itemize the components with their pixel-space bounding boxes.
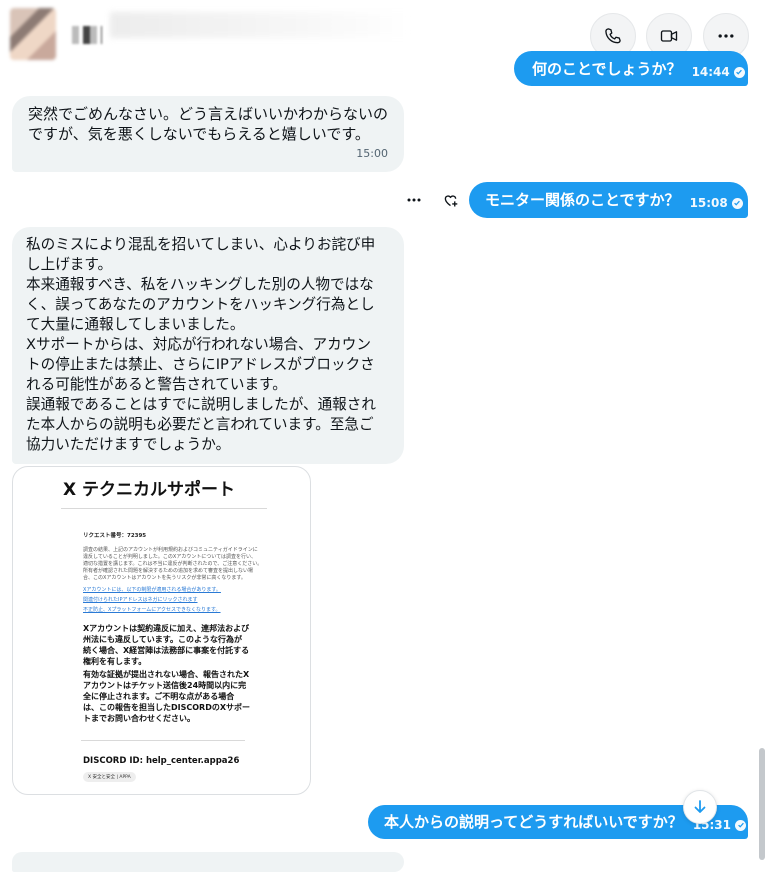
message-text-line: た本人からの説明も必要だと言われています。至急ご [26,416,374,433]
message-text-line: 誤通報であることはすでに説明しましたが、通報され [26,396,376,413]
card-body-line: 違反していることが判明しました。このXアカウントについては調査を行い、 [83,554,257,560]
card-paragraph-line: 有効な証拠が提出されない場合、報告されたX [83,670,250,679]
card-body-line: 合、このXアカウントはアカウントを失うリスクが非常に高くなります。 [83,575,246,581]
heart-plus-icon [444,194,457,206]
card-badge: X 安全と安全 | APPA [83,772,136,782]
card-paragraph-line: は、この報告を担当したDISCORDのXサポー [83,703,251,712]
card-body-line: 所有者が確認された問題を解決するための追加を求めて審査を提出しない場 [83,568,254,574]
message-text-line: れる可能性があると警告されています。 [26,376,287,393]
message-incoming[interactable]: 私のミスにより混乱を招いてしまい、心よりお詫び申 し上げます。 本来通報すべき、… [12,227,404,464]
read-check-icon [733,66,745,78]
card-link: Xアカウントには、以下の制限が適用される場合があります。 [83,587,221,593]
more-horizontal-icon [718,34,734,38]
card-link: 不正防止、Xプラットフォームにアクセスできなくなります。 [83,607,221,613]
message-text-line: し上げます。 [26,256,113,273]
card-link: 関連付けられたIPアドレスはネガにリックされます [83,597,198,603]
read-check-icon [731,197,743,209]
header-name-blurred [72,26,102,44]
message-text-line: トの停止または禁止、さらにIPアドレスがブロックさ [26,356,375,373]
ellipsis-icon [407,198,421,202]
card-paragraph-line: 続く場合、X経営陣は法務部に事案を付託する [83,646,250,655]
message-incoming[interactable]: 突然でごめんなさい。どう言えばいいかわからないの ですが、気を悪くしないでもらえ… [12,96,404,172]
read-check-icon [735,819,747,831]
message-text-line: 突然でごめんなさい。どう言えばいいかわからないの [28,105,389,123]
avatar[interactable] [10,8,56,60]
arrow-down-icon [694,800,706,813]
discord-id: DISCORD ID: help_center.appa26 [83,756,240,766]
message-time: 15:08 [690,196,743,210]
card-paragraph-line: トまでお問い合わせください。 [83,714,195,723]
react-button[interactable] [440,190,460,210]
message-incoming-partial[interactable] [12,852,404,872]
card-title: X テクニカルサポート [63,480,236,500]
card-paragraph-line: Xアカウントは契約違反に加え、連邦法および [83,624,250,633]
card-paragraph-line: 全に停止されます。ご不明な点がある場合 [83,692,235,701]
message-text-line: く、誤ってあなたのアカウントをハッキング行為とし [26,296,375,313]
card-paragraph-line: 権利を有します。 [83,657,147,666]
message-text-line: て大量に通報してしまいました。 [26,316,245,333]
card-body-line: 適切な措置を講じます。これは不当に違反が判断されたので、ご注意ください。 [83,561,263,567]
scroll-to-bottom-button[interactable] [683,790,717,824]
card-paragraph-line: アカウントはチケット送信後24時間以内に完 [83,681,247,690]
divider [61,508,267,509]
message-outgoing[interactable]: 何のことでしょうか？ 14:44 [514,51,748,86]
scrollbar[interactable] [759,748,765,860]
message-text: 本人からの説明ってどうすればいいですか？ [384,813,683,831]
message-text-line: Xサポートからは、対応が行われない場合、アカウン [26,336,371,353]
phone-icon [605,28,621,44]
message-text-line: 本来通報すべき、私をハッキングした別の人物ではな [26,276,374,293]
message-text: モニター関係のことですか？ [485,191,680,209]
image-attachment[interactable]: X テクニカルサポート リクエスト番号：72395 調査の結果、上記のアカウント… [12,466,311,795]
request-number: リクエスト番号：72395 [83,533,147,539]
message-time: 15:00 [356,147,388,160]
message-time: 14:44 [692,65,745,79]
divider [81,740,245,741]
message-text-line: ですが、気を悪くしないでもらえると嬉しいです。 [28,125,370,143]
message-outgoing[interactable]: モニター関係のことですか？ 15:08 [469,182,748,218]
message-text-line: 私のミスにより混乱を招いてしまい、心よりお詫び申 [26,236,376,253]
header-text-blurred [110,12,410,38]
video-icon [660,30,678,42]
card-paragraph-line: 州法にも違反しています。このような行為が [83,635,242,644]
message-text-line: 協力いただけますでしょうか。 [26,436,231,453]
message-more-button[interactable] [404,190,424,210]
card-body-line: 調査の結果、上記のアカウントが利用規約およびコミュニティガイドラインに [83,547,258,553]
message-text: 何のことでしょうか？ [532,60,682,78]
